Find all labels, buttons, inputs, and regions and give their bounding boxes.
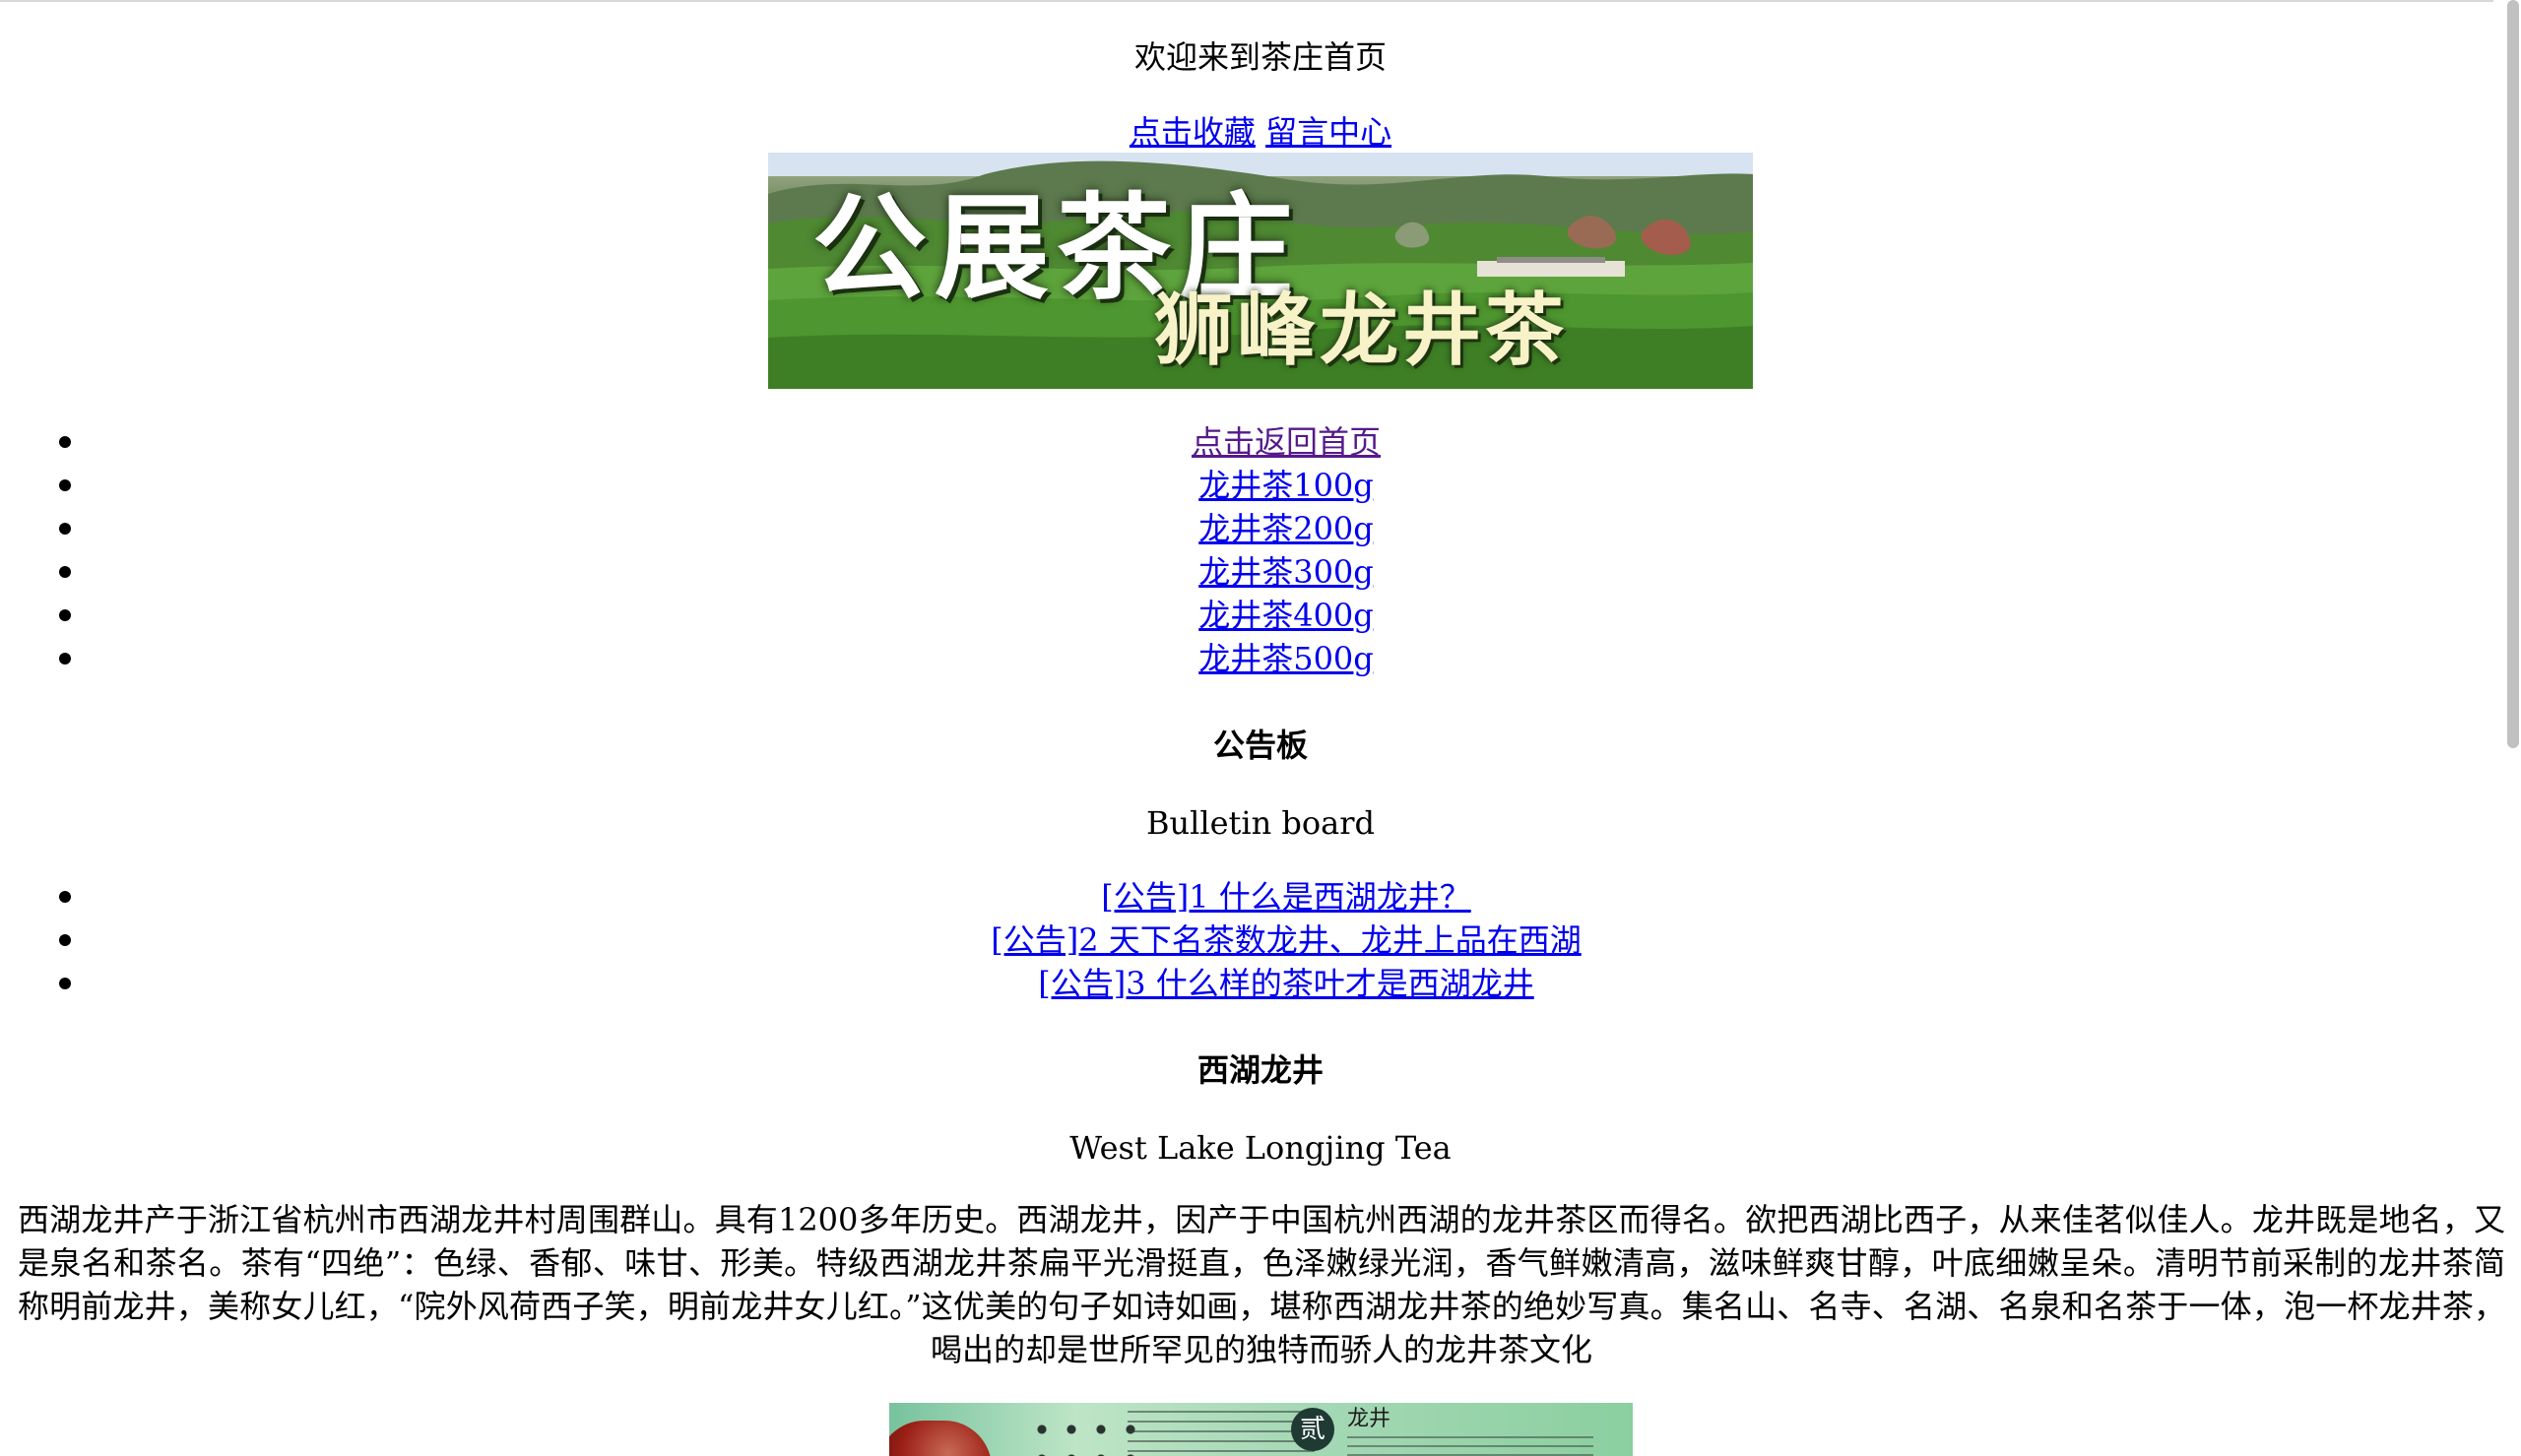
longjing-400g-link[interactable]: 龙井茶400g (1198, 594, 1374, 637)
bullet-dot-icon (59, 891, 71, 903)
west-lake-longjing-title: 西湖龙井 (1196, 1051, 1324, 1089)
message-center-link[interactable]: 留言中心 (1265, 113, 1391, 151)
bulletin-item: [公告]3 什么样的茶叶才是西湖龙井 (0, 962, 2493, 1005)
bulletin-link-2[interactable]: [公告]2 天下名茶数龙井、龙井上品在西湖 (991, 918, 1582, 962)
longjing-500g-link[interactable]: 龙井茶500g (1198, 637, 1374, 680)
bullet-dot-icon (59, 934, 71, 946)
image-text-lines (1347, 1436, 1593, 1456)
bulletin-link-1[interactable]: [公告]1 什么是西湖龙井？ (1101, 875, 1471, 918)
welcome-heading: 欢迎来到茶庄首页 (1133, 38, 1387, 76)
nav-item-300g: 龙井茶300g (0, 550, 2493, 594)
bullet-dot-icon (59, 978, 71, 989)
bulletin-list: [公告]1 什么是西湖龙井？ [公告]2 天下名茶数龙井、龙井上品在西湖 [公告… (0, 875, 2493, 1005)
teacup-image (889, 1421, 992, 1456)
bullet-dot-icon (59, 609, 71, 621)
image-label: 龙井 (1347, 1407, 1391, 1431)
favorite-link[interactable]: 点击收藏 (1130, 113, 1256, 151)
banner-image: 公展茶庄 狮峰龙井茶 (768, 153, 1753, 389)
navigation-list: 点击返回首页 龙井茶100g 龙井茶200g 龙井茶300g 龙井茶400g 龙… (0, 420, 2493, 680)
tea-info-image: 贰 龙井 (889, 1403, 1633, 1456)
tea-description: 西湖龙井产于浙江省杭州市西湖龙井村周围群山。具有1200多年历史。西湖龙井，因产… (18, 1201, 2505, 1368)
bullet-dot-icon (59, 566, 71, 578)
nav-item-400g: 龙井茶400g (0, 594, 2493, 637)
image-text-lines (1128, 1411, 1315, 1456)
bullet-dot-icon (59, 653, 71, 665)
nav-item-100g: 龙井茶100g (0, 464, 2493, 507)
nav-item-500g: 龙井茶500g (0, 637, 2493, 680)
bulletin-item: [公告]2 天下名茶数龙井、龙井上品在西湖 (0, 918, 2493, 962)
longjing-300g-link[interactable]: 龙井茶300g (1198, 550, 1374, 594)
top-links: 点击收藏 留言中心 (0, 108, 2521, 156)
bulletin-link-3[interactable]: [公告]3 什么样的茶叶才是西湖龙井 (1038, 962, 1534, 1005)
nav-item-200g: 龙井茶200g (0, 507, 2493, 550)
home-link[interactable]: 点击返回首页 (1192, 420, 1381, 464)
banner-subtitle: 狮峰龙井茶 (1154, 285, 1568, 376)
bulletin-subtitle: Bulletin board (1145, 804, 1375, 842)
bullet-dot-icon (59, 436, 71, 448)
bulletin-title: 公告板 (1212, 727, 1308, 764)
bullet-dot-icon (59, 479, 71, 491)
longjing-200g-link[interactable]: 龙井茶200g (1198, 507, 1374, 550)
bullet-dot-icon (59, 523, 71, 535)
number-badge-icon: 贰 (1291, 1408, 1334, 1451)
bulletin-item: [公告]1 什么是西湖龙井？ (0, 875, 2493, 918)
west-lake-longjing-subtitle: West Lake Longjing Tea (1069, 1129, 1452, 1167)
page: 欢迎来到茶庄首页 点击收藏 留言中心 公展茶庄 狮峰龙井茶 点击返回首页 龙井茶… (0, 0, 2505, 1456)
longjing-100g-link[interactable]: 龙井茶100g (1198, 464, 1374, 507)
scrollbar-thumb[interactable] (2507, 0, 2519, 748)
nav-item-home: 点击返回首页 (0, 420, 2493, 464)
